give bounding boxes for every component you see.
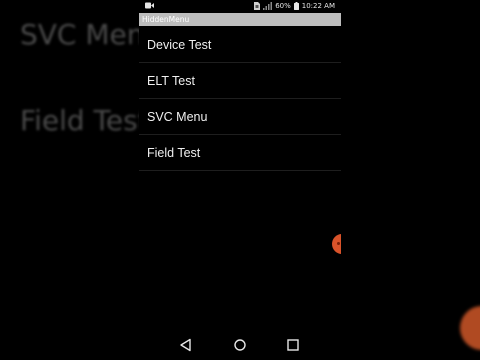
menu-item-device-test[interactable]: Device Test (139, 27, 341, 63)
background-floating-button-ghost (460, 306, 480, 350)
navigation-bar (139, 330, 341, 360)
battery-percent: 60% (275, 2, 291, 10)
menu-item-label: ELT Test (147, 74, 195, 88)
app-title-bar: HiddenMenu (139, 13, 341, 26)
back-icon[interactable] (178, 337, 194, 353)
recents-icon[interactable] (285, 337, 301, 353)
menu-item-label: SVC Menu (147, 110, 208, 124)
menu-item-elt-test[interactable]: ELT Test (139, 63, 341, 99)
floating-action-button[interactable] (332, 234, 341, 254)
menu-item-label: Field Test (147, 146, 201, 160)
background-ghost-text: Field Test (20, 104, 149, 137)
sim-icon (254, 2, 261, 10)
battery-icon (293, 2, 299, 10)
home-icon[interactable] (232, 337, 248, 353)
menu-item-svc-menu[interactable]: SVC Menu (139, 99, 341, 135)
video-record-icon (145, 2, 154, 9)
status-time: 10:22 AM (301, 2, 335, 10)
screen-capture: SVC Menu Field Test 60% 10:22 AM HiddenM… (0, 0, 480, 360)
menu-item-label: Device Test (147, 38, 212, 52)
menu-item-field-test[interactable]: Field Test (139, 135, 341, 171)
floating-button-dot-icon (337, 242, 340, 245)
menu-list: Device Test ELT Test SVC Menu Field Test (139, 27, 341, 171)
phone-screen: 60% 10:22 AM HiddenMenu Device Test ELT … (139, 0, 341, 360)
signal-icon (263, 2, 273, 10)
status-left (145, 2, 154, 9)
app-title: HiddenMenu (142, 15, 190, 24)
status-right: 60% 10:22 AM (254, 1, 335, 11)
status-bar: 60% 10:22 AM (139, 0, 341, 12)
